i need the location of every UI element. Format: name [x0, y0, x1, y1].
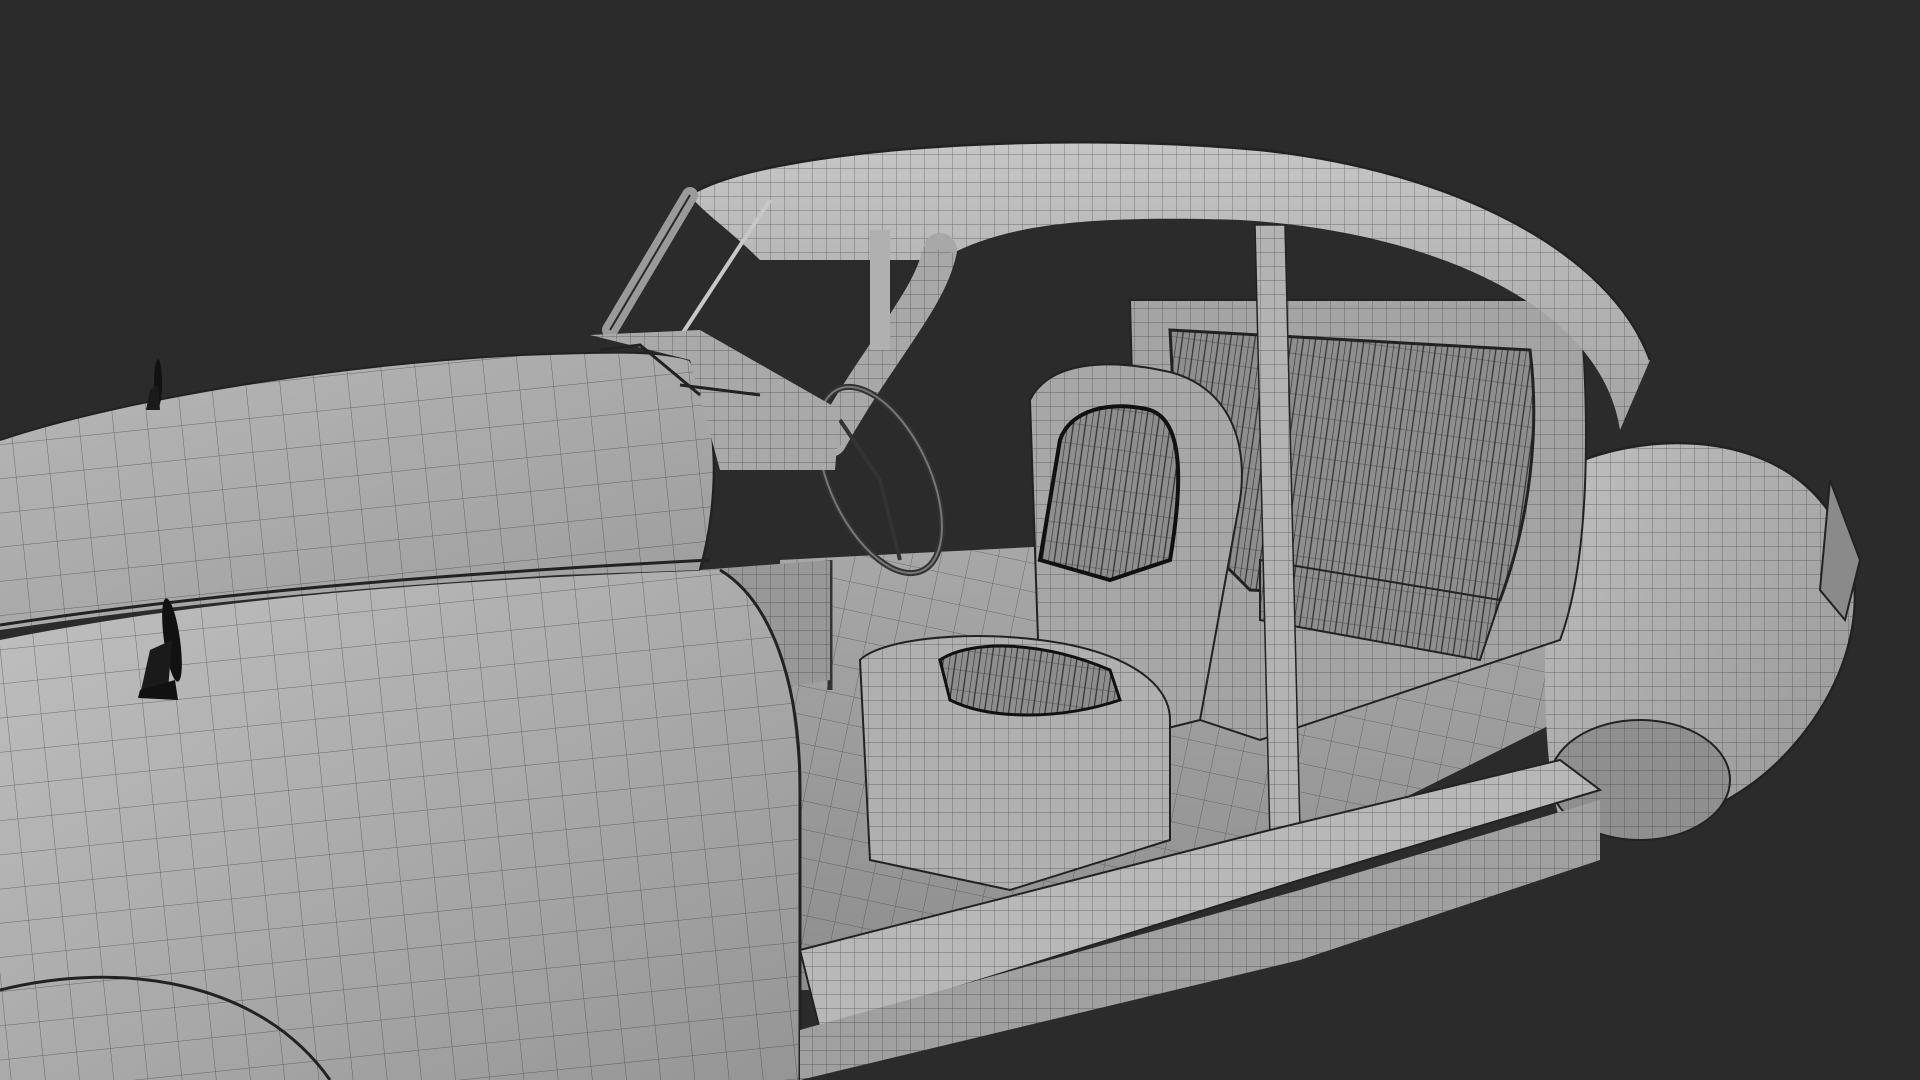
3d-viewport[interactable]	[0, 0, 1920, 1080]
car-wireframe-scene	[0, 141, 1862, 1080]
wing-mirror-icon	[146, 359, 162, 410]
front-fender	[0, 568, 802, 1080]
rear-fender	[1545, 441, 1857, 841]
